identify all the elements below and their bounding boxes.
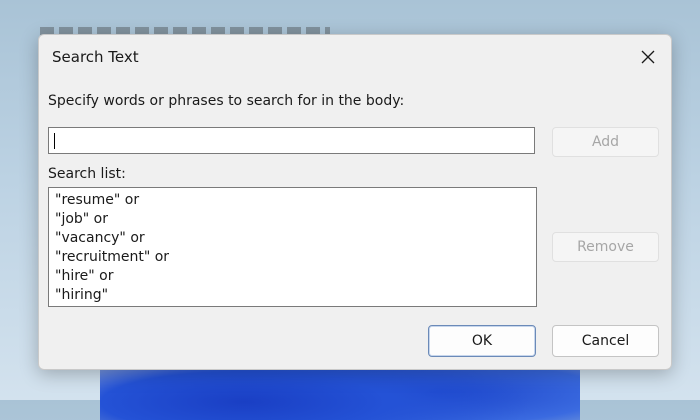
add-button[interactable]: Add [552,127,659,157]
text-caret [54,133,55,149]
list-item[interactable]: "resume" or [55,191,530,210]
list-item[interactable]: "job" or [55,210,530,229]
list-item[interactable]: "hire" or [55,267,530,286]
close-button[interactable] [633,43,663,71]
remove-button[interactable]: Remove [552,232,659,262]
list-item[interactable]: "hiring" [55,286,530,305]
search-instruction: Specify words or phrases to search for i… [48,93,405,109]
close-icon [641,50,655,64]
list-item[interactable]: "recruitment" or [55,248,530,267]
dialog-title: Search Text [52,48,139,66]
search-list-label: Search list: [48,166,126,182]
search-list[interactable]: "resume" or "job" or "vacancy" or "recru… [48,187,537,307]
search-text-dialog: Search Text Specify words or phrases to … [38,34,672,370]
list-item[interactable]: "vacancy" or [55,229,530,248]
cancel-button[interactable]: Cancel [552,325,659,357]
search-input[interactable] [48,127,535,154]
ok-button[interactable]: OK [428,325,536,357]
